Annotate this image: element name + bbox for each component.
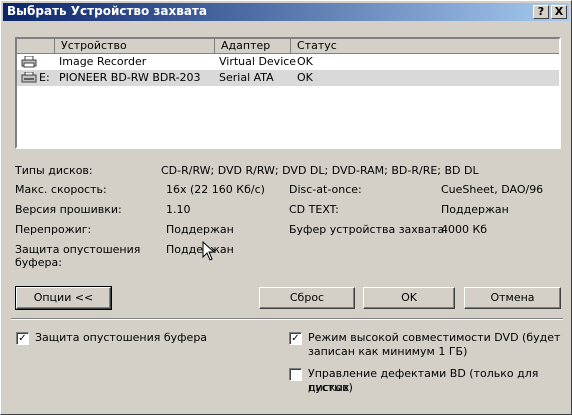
dvd-compat-label-line1[interactable]: Режим высокой совместимости DVD (будет	[308, 331, 560, 345]
overburn-value: Поддержан	[166, 223, 234, 236]
reset-button[interactable]: Сброс	[259, 287, 355, 309]
help-button[interactable]: ?	[533, 5, 549, 19]
firmware-value: 1.10	[166, 203, 191, 216]
device-name: Image Recorder	[59, 55, 147, 68]
device-status: OK	[297, 71, 313, 84]
dvd-compat-checkbox[interactable]: ✓	[289, 332, 302, 345]
bd-defect-checkbox[interactable]	[289, 368, 302, 381]
firmware-label: Версия прошивки:	[15, 203, 122, 216]
max-speed-value: 16x (22 160 Кб/с)	[166, 183, 265, 196]
title-bar[interactable]: Выбрать Устройство захвата ? X	[3, 3, 569, 21]
dao-value: CueSheet, DAO/96	[441, 183, 544, 196]
header-status[interactable]: Статус	[291, 39, 559, 54]
max-speed-label: Макс. скорость:	[15, 183, 107, 196]
list-header: Устройство Адаптер Статус	[17, 39, 559, 54]
dao-label: Disc-at-once:	[289, 183, 362, 196]
underrun-value: Поддержан	[166, 243, 234, 256]
header-adapter[interactable]: Адаптер	[215, 39, 291, 54]
header-device[interactable]: Устройство	[55, 39, 215, 54]
device-adapter: Serial ATA	[219, 71, 274, 84]
mouse-cursor-icon	[202, 241, 216, 261]
device-status: OK	[297, 55, 313, 68]
drive-icon	[21, 72, 37, 83]
buffer-protect-checkbox[interactable]: ✓	[16, 332, 29, 345]
device-list[interactable]: Устройство Адаптер Статус Image Recorder…	[15, 37, 561, 149]
bd-defect-label-line2[interactable]: дисков)	[308, 381, 353, 395]
buffer-value: 4000 Кб	[441, 223, 488, 236]
underrun-label: Защита опустошения буфера:	[15, 243, 141, 269]
disc-types-label: Типы дисков:	[15, 164, 93, 177]
capture-device-dialog: Выбрать Устройство захвата ? X Устройств…	[0, 0, 572, 415]
buffer-label: Буфер устройства захвата:	[289, 223, 448, 236]
close-button[interactable]: X	[551, 5, 567, 19]
drive-letter: E:	[39, 71, 50, 84]
buffer-protect-label[interactable]: Защита опустошения буфера	[35, 331, 207, 345]
list-item[interactable]: Image Recorder Virtual Device OK	[17, 54, 559, 70]
cdtext-label: CD TEXT:	[289, 203, 339, 216]
window-title: Выбрать Устройство захвата	[7, 4, 207, 18]
printer-icon	[21, 56, 37, 68]
dvd-compat-label-line2[interactable]: записан как минимум 1 ГБ)	[308, 345, 467, 359]
ok-button[interactable]: OK	[363, 287, 455, 309]
cdtext-value: Поддержан	[441, 203, 509, 216]
device-adapter: Virtual Device	[219, 55, 297, 68]
cancel-button[interactable]: Отмена	[464, 287, 561, 309]
device-name: PIONEER BD-RW BDR-203	[59, 71, 201, 84]
overburn-label: Перепрожиг:	[15, 223, 92, 236]
header-blank	[17, 39, 55, 54]
options-button[interactable]: Опции <<	[15, 286, 112, 310]
list-item[interactable]: E: PIONEER BD-RW BDR-203 Serial ATA OK	[17, 70, 559, 86]
disc-types-value: CD-R/RW; DVD R/RW; DVD DL; DVD-RAM; BD-R…	[161, 164, 479, 177]
separator	[11, 318, 563, 320]
